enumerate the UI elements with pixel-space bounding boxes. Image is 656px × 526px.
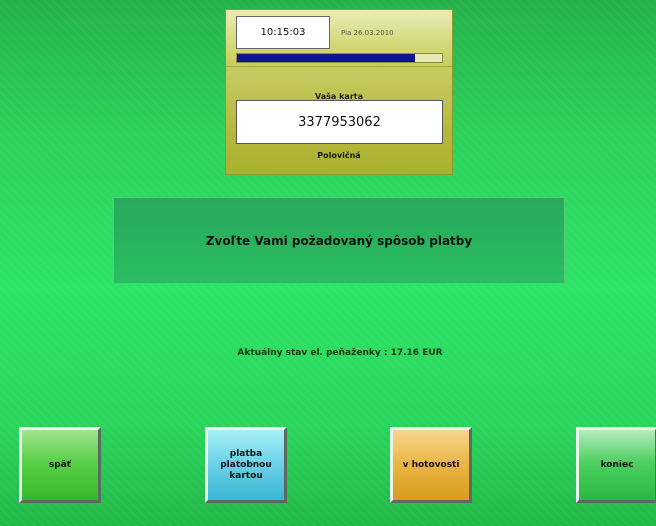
cash-payment-button-label: v hotovosti: [402, 459, 460, 470]
clock-display: 10:15:03: [236, 16, 330, 49]
cash-payment-button[interactable]: v hotovosti: [390, 427, 472, 503]
back-button[interactable]: späť: [19, 427, 101, 503]
card-info-panel: 10:15:03 Pia 26.03.2010 Vaša karta 33779…: [225, 9, 453, 175]
end-button-label: koniec: [600, 459, 634, 470]
end-button[interactable]: koniec: [576, 427, 656, 503]
progress-fill: [237, 54, 416, 62]
status-header: 10:15:03 Pia 26.03.2010: [226, 10, 452, 67]
timeout-progress-bar: [236, 53, 443, 63]
clock-time: 10:15:03: [260, 27, 306, 38]
card-number-field: 3377953062: [236, 100, 443, 144]
wallet-balance-text: Aktuálny stav el. peňaženky : 17.16 EUR: [237, 348, 443, 358]
card-section: Vaša karta 3377953062 Polovičná: [226, 67, 452, 174]
card-type-label: Polovičná: [317, 151, 361, 160]
instruction-box: Zvoľte Vami požadovaný spôsob platby: [113, 197, 565, 284]
card-number: 3377953062: [298, 114, 381, 130]
card-payment-button-label: platba platobnou kartou: [220, 448, 272, 481]
card-payment-button[interactable]: platba platobnou kartou: [205, 427, 287, 503]
instruction-text: Zvoľte Vami požadovaný spôsob platby: [205, 233, 473, 248]
date-label: Pia 26.03.2010: [341, 29, 394, 37]
back-button-label: späť: [48, 459, 72, 470]
